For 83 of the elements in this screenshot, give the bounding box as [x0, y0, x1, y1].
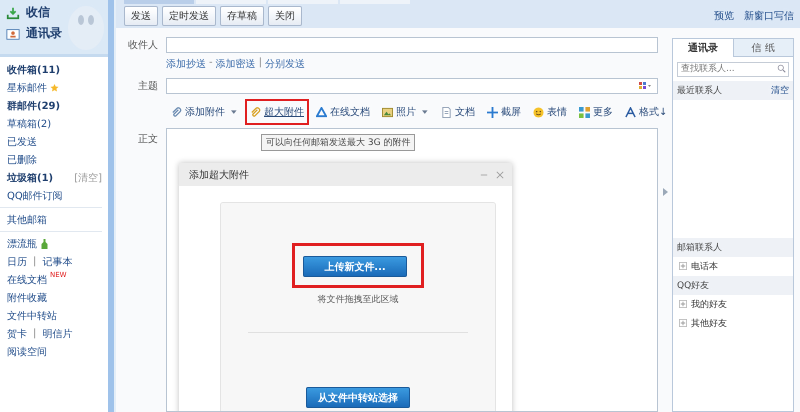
- app-link[interactable]: 漂流瓶: [7, 236, 37, 250]
- folder-link[interactable]: 收件箱(11): [7, 62, 60, 76]
- contact-group[interactable]: 电话本: [691, 260, 718, 272]
- close-icon[interactable]: [496, 170, 504, 178]
- search-icon: [777, 64, 786, 73]
- group-title: QQ好友: [677, 280, 710, 292]
- recipient-field[interactable]: [166, 37, 658, 53]
- star-icon: [50, 82, 59, 92]
- toolbar-button[interactable]: 关闭: [268, 6, 302, 26]
- toolbar-button[interactable]: 存草稿: [220, 6, 264, 26]
- tooltip: 可以向任何邮箱发送最大 3G 的附件: [261, 134, 416, 151]
- separator: -: [209, 57, 213, 70]
- drop-hint: 将文件拖拽至此区域: [318, 294, 398, 306]
- toolbar-link[interactable]: 预览: [714, 9, 734, 23]
- separator: |: [33, 328, 36, 339]
- dialog-title: 添加超大附件: [189, 168, 250, 182]
- attachment-tool[interactable]: 表情: [528, 99, 572, 125]
- contact-search-field[interactable]: 查找联系人...: [677, 62, 789, 76]
- color-grid-icon: [639, 82, 651, 90]
- app-link[interactable]: 记事本: [42, 254, 72, 268]
- grid-icon: [579, 106, 590, 118]
- app-link[interactable]: 附件收藏: [7, 290, 47, 304]
- paperclip-icon: [171, 106, 182, 118]
- triangle-icon: [316, 106, 327, 118]
- upload-button[interactable]: 上传新文件...: [303, 256, 407, 277]
- sidebar-nav-item[interactable]: 通讯录: [6, 25, 102, 42]
- recent-contacts-title: 最近联系人: [677, 84, 722, 96]
- message-editor[interactable]: 可以向任何邮箱发送最大 3G 的附件 添加超大附件 上传新文件... 将文件拖拽至此区域 从文件中转站选择: [166, 128, 658, 412]
- recipient-label: 收件人: [127, 39, 159, 52]
- toolbar-button[interactable]: 发送: [124, 6, 158, 26]
- group-title: 邮箱联系人: [677, 242, 722, 254]
- expand-icon[interactable]: [679, 300, 687, 308]
- subject-field[interactable]: [166, 78, 658, 94]
- paperclip-icon: [250, 106, 261, 118]
- attachment-tool[interactable]: 超大附件: [245, 99, 309, 125]
- recipient-option-link[interactable]: 分别发送: [264, 57, 305, 71]
- picture-icon: [382, 106, 393, 118]
- clear-link[interactable]: 清空: [771, 84, 789, 96]
- body-label: 正文: [137, 132, 159, 147]
- attachment-tool[interactable]: 更多: [574, 99, 618, 125]
- collapse-arrow-icon[interactable]: [663, 188, 668, 196]
- app-link[interactable]: 明信片: [42, 326, 72, 340]
- address-card-icon: [6, 26, 20, 40]
- subject-label: 主题: [137, 80, 159, 93]
- expand-icon[interactable]: [679, 262, 687, 270]
- folder-link[interactable]: 星标邮件: [7, 80, 47, 94]
- compose-tab[interactable]: [124, 0, 194, 4]
- contact-group[interactable]: 其他好友: [691, 316, 727, 330]
- attachment-tool[interactable]: 照片: [377, 99, 434, 125]
- document-icon: [441, 106, 452, 118]
- folder-link[interactable]: 垃圾箱(1): [7, 170, 54, 184]
- recipient-option-link[interactable]: 添加密送: [216, 57, 256, 71]
- folder-link[interactable]: 已发送: [7, 134, 37, 148]
- panel-tab[interactable]: 信 纸: [732, 39, 793, 57]
- bottle-icon: [40, 238, 49, 248]
- recipient-option-link[interactable]: 添加抄送: [166, 57, 206, 71]
- smiley-icon: [533, 106, 544, 118]
- folder-link[interactable]: QQ邮件订阅: [7, 188, 63, 202]
- toolbar-button[interactable]: 定时发送: [162, 6, 216, 26]
- attachment-tool[interactable]: 文档: [436, 99, 480, 125]
- separator: |: [258, 57, 262, 70]
- app-link[interactable]: 阅读空间: [7, 344, 47, 358]
- crosshair-icon: [487, 106, 498, 118]
- app-link[interactable]: 文件中转站: [7, 308, 57, 322]
- folder-link[interactable]: 已删除: [7, 152, 37, 166]
- app-link[interactable]: 在线文档: [7, 272, 47, 286]
- app-link[interactable]: 贺卡: [7, 326, 27, 340]
- toolbar-link[interactable]: 新窗口写信: [744, 9, 794, 23]
- folder-link[interactable]: 群邮件(29): [7, 98, 60, 112]
- attachment-tool[interactable]: 格式↓: [620, 99, 672, 125]
- font-icon: [625, 106, 636, 118]
- expand-icon[interactable]: [679, 319, 687, 327]
- transfer-station-button[interactable]: 从文件中转站选择: [306, 387, 410, 408]
- sidebar-nav-item[interactable]: 收信: [6, 4, 102, 21]
- separator: |: [33, 256, 36, 267]
- attachment-tool[interactable]: 在线文档: [311, 99, 375, 125]
- other-mailbox-link[interactable]: 其他邮箱: [7, 212, 47, 226]
- app-link[interactable]: 日历: [7, 254, 27, 268]
- download-tray-icon: [6, 6, 20, 20]
- folder-link[interactable]: 草稿箱(2): [7, 116, 52, 130]
- contact-group[interactable]: 我的好友: [691, 298, 727, 310]
- attachment-tool[interactable]: 截屏: [482, 99, 526, 125]
- attachment-tool[interactable]: 添加附件: [166, 99, 243, 125]
